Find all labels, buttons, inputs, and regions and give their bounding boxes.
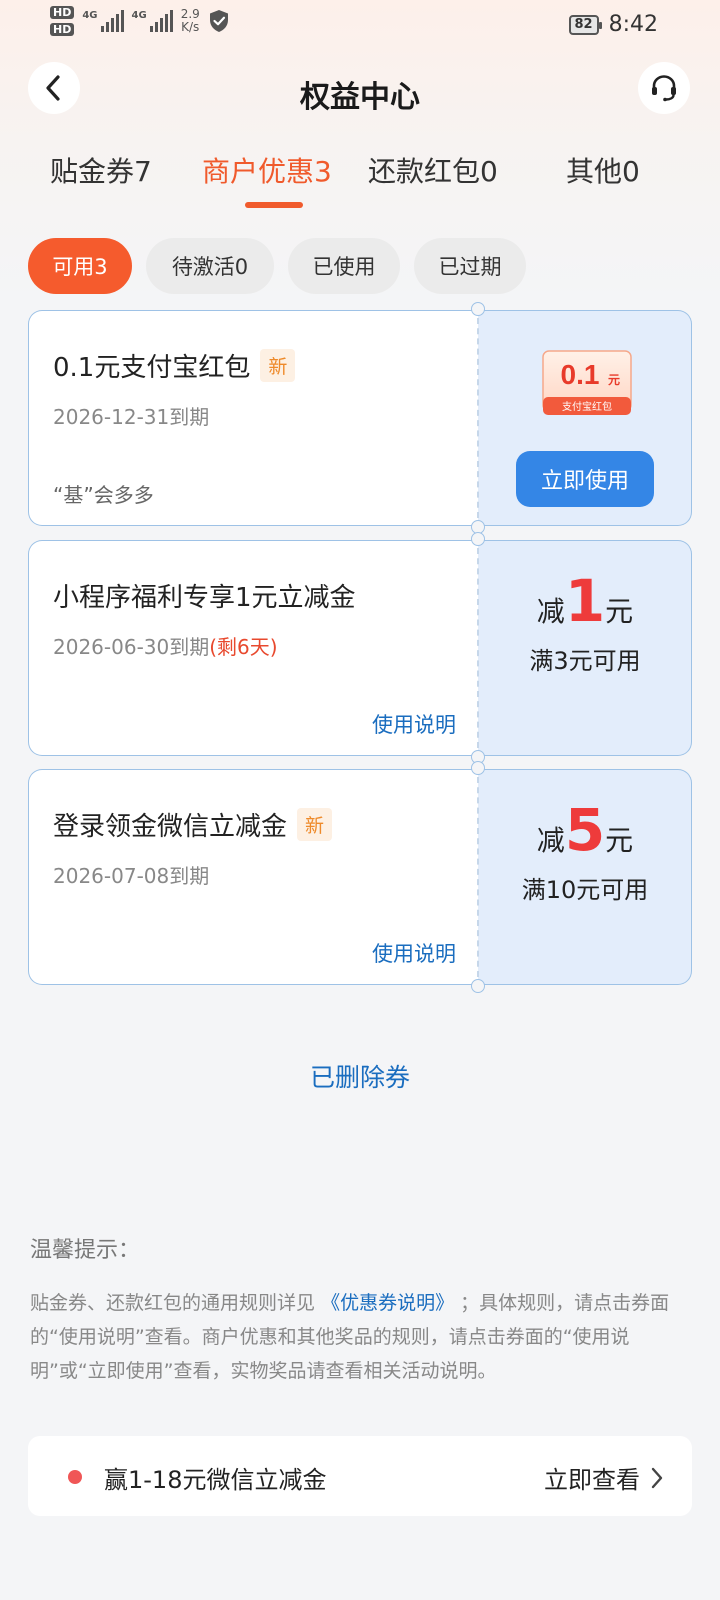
red-packet-caption: 支付宝红包 <box>562 400 612 413</box>
status-left: HD HD 4G 4G 2.9 K/s <box>50 6 230 36</box>
hd-badge-2: HD <box>50 23 75 36</box>
coupon-card[interactable]: 0.1元支付宝红包 新 2026-12-31到期 “基”会多多 0.1 元 支付… <box>28 302 692 534</box>
tab-merchant-offers[interactable]: 商户优惠3 <box>202 150 332 190</box>
shield-icon <box>209 10 228 32</box>
discount-amount: 减5元 <box>536 796 634 864</box>
headset-icon <box>652 75 676 102</box>
coupon-info: 登录领金微信立减金 新 2026-07-08到期 使用说明 <box>28 769 478 985</box>
discount-threshold: 满3元可用 <box>529 647 641 675</box>
network-speed: 2.9 K/s <box>180 7 200 34</box>
coupon-expiry: 2026-12-31到期 <box>53 405 210 429</box>
filter-used[interactable]: 已使用 <box>288 238 400 294</box>
deleted-coupons-link[interactable]: 已删除券 <box>0 1058 720 1094</box>
hd-badge-1: HD <box>50 6 75 19</box>
coupon-title: 登录领金微信立减金 新 <box>53 806 333 843</box>
tips-section: 温馨提示： 贴金券、还款红包的通用规则详见 《优惠券说明》 ；具体规则，请点击券… <box>30 1232 694 1388</box>
days-remaining: (剩6天) <box>209 635 278 659</box>
discount-threshold: 满10元可用 <box>521 876 649 904</box>
page-title: 权益中心 <box>300 80 420 115</box>
new-badge: 新 <box>260 349 296 382</box>
coupon-info: 0.1元支付宝红包 新 2026-12-31到期 “基”会多多 <box>28 310 478 526</box>
filter-available[interactable]: 可用3 <box>28 238 132 294</box>
clock: 8:42 <box>608 12 658 37</box>
tab-others[interactable]: 其他0 <box>566 150 640 190</box>
coupon-title: 0.1元支付宝红包 新 <box>53 347 296 384</box>
tab-gold-voucher[interactable]: 贴金券7 <box>50 150 152 190</box>
coupon-card[interactable]: 小程序福利专享1元立减金 2026-06-30到期(剩6天) 使用说明 减1元 … <box>28 532 692 764</box>
red-packet-amount: 0.1 <box>561 359 600 390</box>
tab-repayment-redpacket[interactable]: 还款红包0 <box>368 150 498 190</box>
coupon-rules-link[interactable]: 《优惠券说明》 <box>321 1292 454 1314</box>
usage-instructions-link[interactable]: 使用说明 <box>372 709 456 739</box>
coupon-card[interactable]: 登录领金微信立减金 新 2026-07-08到期 使用说明 减5元 满10元可用 <box>28 761 692 993</box>
promo-text: 赢1-18元微信立减金 <box>104 1466 327 1494</box>
new-badge: 新 <box>297 808 333 841</box>
discount-amount: 减1元 <box>536 567 634 635</box>
view-now-button[interactable]: 立即查看 <box>544 1460 664 1495</box>
nav-bar: 权益中心 <box>0 62 720 116</box>
red-packet-image: 0.1 元 支付宝红包 <box>542 350 632 415</box>
battery-icon: 82 <box>568 14 602 35</box>
promo-banner[interactable]: 赢1-18元微信立减金 立即查看 <box>28 1436 692 1516</box>
page: HD HD 4G 4G 2.9 K/s 82 8:42 权益中心 贴金券7 商户… <box>0 0 720 1600</box>
usage-instructions-link[interactable]: 使用说明 <box>372 938 456 968</box>
customer-service-button[interactable] <box>638 62 690 114</box>
category-tabs: 贴金券7 商户优惠3 还款红包0 其他0 <box>0 150 720 210</box>
signal-icon-1: 4G <box>82 10 124 32</box>
chevron-right-icon <box>651 1467 663 1488</box>
coupon-info: 小程序福利专享1元立减金 2026-06-30到期(剩6天) 使用说明 <box>28 540 478 756</box>
coupon-value-area: 减5元 满10元可用 <box>478 769 692 985</box>
coupon-merchant: “基”会多多 <box>53 483 154 507</box>
filter-pending[interactable]: 待激活0 <box>146 238 274 294</box>
coupon-expiry: 2026-06-30到期(剩6天) <box>53 635 278 659</box>
tips-title: 温馨提示： <box>30 1238 141 1263</box>
coupon-action-area: 0.1 元 支付宝红包 立即使用 <box>478 310 692 526</box>
signal-icon-2: 4G <box>132 10 173 32</box>
red-packet-unit: 元 <box>608 373 620 387</box>
tips-body: 贴金券、还款红包的通用规则详见 《优惠券说明》 ；具体规则，请点击券面的“使用说… <box>30 1292 670 1382</box>
status-right: 82 8:42 <box>568 12 658 37</box>
coupon-value-area: 减1元 满3元可用 <box>478 540 692 756</box>
red-dot-icon <box>68 1470 82 1484</box>
use-now-button[interactable]: 立即使用 <box>516 451 654 507</box>
coupon-expiry: 2026-07-08到期 <box>53 864 210 888</box>
status-bar: HD HD 4G 4G 2.9 K/s 82 8:42 <box>0 0 720 48</box>
filter-expired[interactable]: 已过期 <box>414 238 526 294</box>
coupon-title: 小程序福利专享1元立减金 <box>53 583 356 613</box>
tab-indicator <box>245 202 303 208</box>
